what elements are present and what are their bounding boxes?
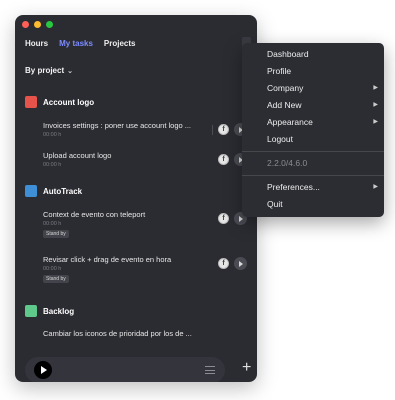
menu-item-label: Appearance [267,117,313,127]
context-menu: Dashboard Profile Company ▶ Add New ▶ Appe… [242,43,384,217]
group-by-dropdown[interactable]: By project ⌄ [25,66,73,75]
menu-divider [242,175,384,176]
task-title: Revisar click + drag de evento en hora [43,255,172,264]
start-timer-button[interactable] [34,361,52,379]
close-window-button[interactable] [22,21,29,28]
window-controls [22,21,53,28]
menu-item-company[interactable]: Company ▶ [242,80,384,97]
menu-item-quit[interactable]: Quit [242,196,384,213]
tab-my-tasks[interactable]: My tasks [59,39,93,48]
play-button[interactable] [234,257,247,270]
avatar: f [218,213,229,224]
menu-item-logout[interactable]: Logout [242,131,384,148]
avatar: f [218,154,229,165]
version-label: 2.2.0/4.6.0 [267,158,308,168]
menu-item-dashboard[interactable]: Dashboard [242,46,384,63]
task-duration: 00:00 h [43,162,62,168]
play-icon [239,215,243,222]
add-button[interactable]: + [242,360,251,376]
status-badge: Stand by [43,230,69,238]
tab-hours[interactable]: Hours [25,39,48,48]
chevron-right-icon: ▶ [373,102,378,108]
chevron-down-icon: ⌄ [67,68,73,75]
project-header[interactable]: AutoTrack [25,185,82,197]
menu-item-label: Preferences... [267,182,320,192]
project-color-swatch [25,305,37,317]
task-title: Invoices settings : poner use account lo… [43,121,192,130]
task-title: Cambiar los iconos de prioridad por los … [43,329,192,338]
task-list-icon[interactable] [205,366,215,374]
project-header[interactable]: Account logo [25,96,94,108]
task-duration: 00:00 h [43,221,62,227]
project-color-swatch [25,96,37,108]
menu-item-label: Add New [267,100,302,110]
divider [212,125,213,135]
menu-item-label: Company [267,83,304,93]
menu-divider [242,151,384,152]
minimize-window-button[interactable] [34,21,41,28]
chevron-right-icon: ▶ [373,85,378,91]
project-name: Backlog [43,306,75,316]
avatar: f [218,258,229,269]
project-color-swatch [25,185,37,197]
menu-item-preferences[interactable]: Preferences... ▶ [242,179,384,196]
menu-item-profile[interactable]: Profile [242,63,384,80]
group-by-label: By project [25,66,65,75]
project-name: AutoTrack [43,186,83,196]
project-name: Account logo [43,97,95,107]
zoom-window-button[interactable] [46,21,53,28]
task-duration: 00:00 h [43,266,62,272]
app-window: Hours My tasks Projects By project ⌄ Acco… [15,15,257,382]
chevron-right-icon: ▶ [373,119,378,125]
task-title: Context de evento con teleport [43,210,146,219]
chevron-right-icon: ▶ [373,184,378,190]
menu-item-add-new[interactable]: Add New ▶ [242,97,384,114]
tab-projects[interactable]: Projects [104,39,136,48]
play-icon [239,260,243,267]
tab-bar: Hours My tasks Projects [25,39,136,48]
task-title: Upload account logo [43,151,112,160]
menu-item-appearance[interactable]: Appearance ▶ [242,114,384,131]
play-icon [41,366,47,374]
task-duration: 00:00 h [43,132,62,138]
status-badge: Stand by [43,275,69,283]
timer-bar [25,357,225,382]
project-header[interactable]: Backlog [25,305,74,317]
avatar: f [218,124,229,135]
